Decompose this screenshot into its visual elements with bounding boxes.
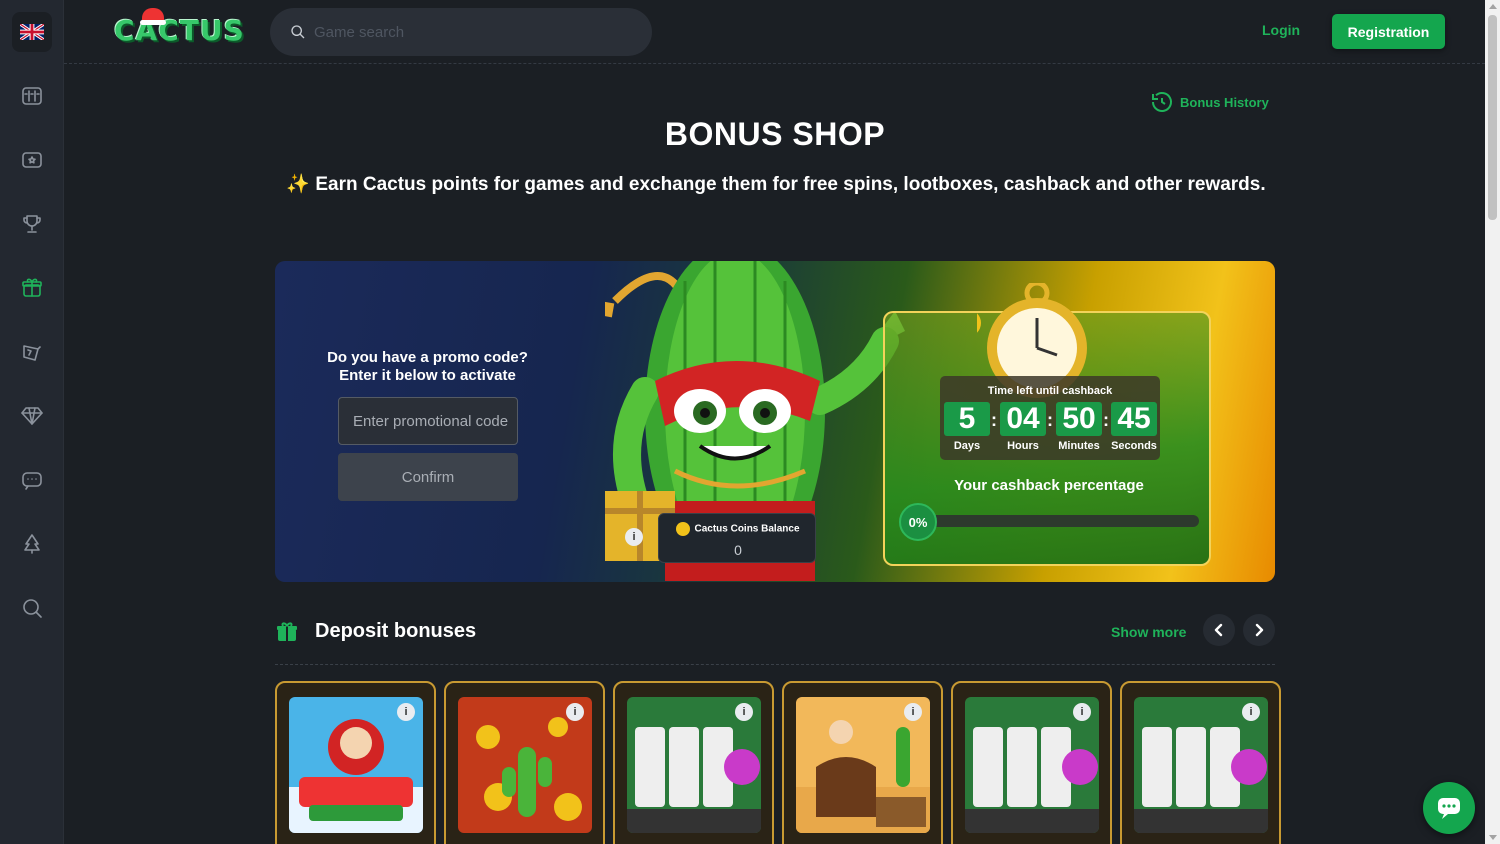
login-link[interactable]: Login (1262, 22, 1300, 38)
bonus-card[interactable]: i (951, 681, 1112, 844)
timer-minutes-label: Minutes (1058, 440, 1100, 452)
promo-question-line1: Do you have a promo code? (327, 349, 528, 366)
cashback-timer: Time left until cashback 5 Days : 04 Hou… (940, 376, 1160, 460)
bonus-history-link[interactable]: Bonus History (1150, 90, 1269, 114)
bonus-card[interactable]: i (613, 681, 774, 844)
sparkle-icon: ✨ (286, 174, 311, 195)
cactus-coins-balance: Cactus Coins Balance 0 (658, 513, 816, 563)
scroll-down-icon[interactable] (1489, 835, 1497, 840)
timer-seconds: 45 Seconds (1111, 402, 1157, 452)
bonus-shop-banner: Do you have a promo code? Enter it below… (275, 261, 1275, 582)
scroll-thumb[interactable] (1488, 15, 1497, 220)
game-search-input[interactable] (314, 23, 614, 41)
carousel-prev-button[interactable] (1203, 614, 1235, 646)
promo-code-input[interactable] (338, 397, 518, 445)
tree-icon (24, 534, 40, 554)
carousel-next-button[interactable] (1243, 614, 1275, 646)
sidebar-item-christmas[interactable] (16, 528, 48, 560)
timer-minutes-value: 50 (1056, 402, 1102, 436)
cactus-logo[interactable]: CACTUS (114, 8, 245, 50)
timer-separator: : (1047, 410, 1053, 430)
brand-name: CACTUS (114, 14, 245, 47)
timer-hours-label: Hours (1007, 440, 1039, 452)
timer-seconds-label: Seconds (1111, 440, 1157, 452)
info-icon[interactable]: i (397, 703, 415, 721)
timer-hours: 04 Hours (1000, 402, 1046, 452)
registration-button[interactable]: Registration (1332, 14, 1445, 49)
page-subtitle-text: Earn Cactus points for games and exchang… (315, 174, 1266, 195)
search-icon (23, 599, 42, 618)
language-selector[interactable] (12, 12, 52, 52)
info-icon[interactable]: i (625, 528, 643, 546)
trophy-icon (23, 215, 41, 233)
info-icon[interactable]: i (904, 703, 922, 721)
chat-bubble-icon (1438, 798, 1460, 819)
slots-icon (22, 87, 42, 105)
timer-days-value: 5 (944, 402, 990, 436)
history-clock-icon (1152, 92, 1172, 112)
timer-title: Time left until cashback (987, 385, 1113, 397)
coins-balance-text: Cactus Coins Balance (694, 523, 800, 535)
coins-balance-value: 0 (734, 542, 742, 558)
diamond-icon (21, 407, 43, 425)
cashback-percentage-title: Your cashback percentage (954, 477, 1144, 494)
timer-minutes: 50 Minutes (1056, 402, 1102, 452)
game-search-bar[interactable] (270, 8, 652, 56)
info-icon[interactable]: i (1242, 703, 1260, 721)
bonus-card[interactable]: i (782, 681, 943, 844)
promo-question-line2: Enter it below to activate (339, 367, 516, 384)
timer-days: 5 Days (944, 402, 990, 452)
bonus-card[interactable]: i (444, 681, 605, 844)
timer-separator: : (991, 410, 997, 430)
section-divider (275, 664, 1275, 665)
bonus-card[interactable]: i (1120, 681, 1281, 844)
info-icon[interactable]: i (566, 703, 584, 721)
coins-balance-label: Cactus Coins Balance (659, 522, 817, 536)
page-scrollbar[interactable] (1485, 0, 1500, 844)
confirm-promo-button[interactable]: Confirm (338, 453, 518, 501)
sidebar-item-tournaments[interactable] (16, 336, 48, 368)
deposit-bonuses-header: Deposit bonuses Show more (275, 614, 1275, 650)
page-subtitle: ✨ Earn Cactus points for games and excha… (0, 172, 1500, 196)
info-icon[interactable]: i (1073, 703, 1091, 721)
gift-box-icon (22, 278, 42, 297)
chevron-left-icon (1214, 623, 1223, 637)
bonus-card[interactable]: i (275, 681, 436, 844)
timer-days-label: Days (953, 440, 981, 452)
coin-icon (676, 522, 691, 536)
bonus-history-label: Bonus History (1180, 94, 1269, 110)
sidebar-item-vip[interactable] (16, 400, 48, 432)
live-chat-button[interactable] (1423, 782, 1475, 834)
gift-box-icon (277, 622, 297, 641)
sidebar-item-slots[interactable] (16, 80, 48, 112)
santa-hat-icon (140, 8, 166, 25)
cashback-progress-bar (925, 515, 1199, 527)
page-title: BONUS SHOP (664, 116, 886, 152)
top-header: CACTUS Login Registration (64, 0, 1485, 64)
sidebar-item-support[interactable] (16, 464, 48, 496)
info-icon[interactable]: i (735, 703, 753, 721)
search-icon (291, 25, 305, 39)
sidebar-item-trophy[interactable] (16, 208, 48, 240)
timer-separator: : (1103, 410, 1109, 430)
chat-icon (22, 472, 42, 490)
flag-uk-icon (20, 24, 44, 40)
scroll-up-icon[interactable] (1489, 4, 1497, 9)
cashback-panel: Time left until cashback 5 Days : 04 Hou… (883, 283, 1211, 566)
show-more-link[interactable]: Show more (1111, 624, 1186, 640)
promo-question: Do you have a promo code? Enter it below… (275, 349, 580, 385)
cashback-percentage-value: 0% (899, 503, 937, 541)
sidebar-item-bonus-shop[interactable] (16, 272, 48, 304)
tournaments-icon (23, 345, 41, 361)
section-title: Deposit bonuses (315, 620, 477, 642)
timer-seconds-value: 45 (1111, 402, 1157, 436)
chevron-right-icon (1255, 623, 1264, 637)
sidebar-item-search[interactable] (16, 592, 48, 624)
timer-hours-value: 04 (1000, 402, 1046, 436)
